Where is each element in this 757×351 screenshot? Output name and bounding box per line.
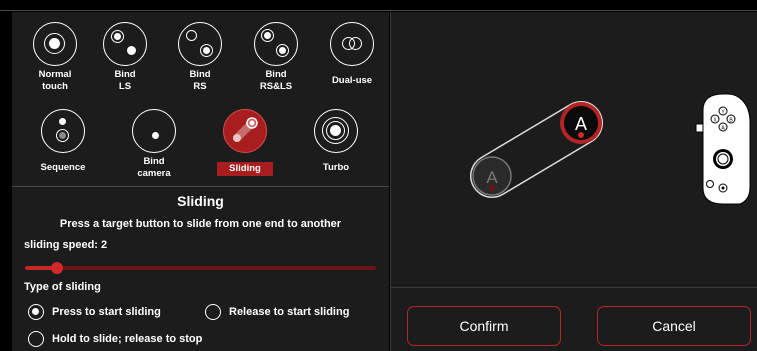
bind-rs-icon xyxy=(178,22,222,66)
mode-turbo[interactable]: Turbo xyxy=(300,109,372,174)
section-divider xyxy=(12,186,389,187)
normal-touch-icon xyxy=(33,22,77,66)
radio-hold-to-slide[interactable]: Hold to slide; release to stop xyxy=(28,331,202,347)
speed-label: sliding speed: 2 xyxy=(24,239,108,251)
mode-bind-rs[interactable]: Bind RS xyxy=(164,22,236,93)
bind-rsls-icon xyxy=(254,22,298,66)
controller-icon: Y X B A xyxy=(695,93,751,205)
sequence-icon xyxy=(41,109,85,153)
type-label: Type of sliding xyxy=(24,281,101,293)
dual-use-icon xyxy=(330,22,374,66)
mode-sequence[interactable]: Sequence xyxy=(27,109,99,174)
sliding-icon xyxy=(223,109,267,153)
mode-sliding[interactable]: Sliding xyxy=(209,109,281,176)
mode-normal-touch[interactable]: Normal touch xyxy=(19,22,91,93)
slide-end-point[interactable]: A xyxy=(560,102,602,144)
confirm-button[interactable]: Confirm xyxy=(407,306,561,346)
svg-text:A: A xyxy=(575,114,587,134)
radio-button[interactable] xyxy=(28,331,44,347)
settings-title: Sliding xyxy=(177,193,224,209)
settings-description: Press a target button to slide from one … xyxy=(59,218,342,230)
slider-track[interactable] xyxy=(25,266,376,270)
speed-slider[interactable] xyxy=(25,262,376,274)
sliding-preview: A A Y X B A xyxy=(470,93,751,205)
radio-button[interactable] xyxy=(28,304,44,320)
mode-bind-camera[interactable]: Bind camera xyxy=(118,109,190,180)
radio-button[interactable] xyxy=(205,304,221,320)
mode-bind-ls[interactable]: Bind LS xyxy=(89,22,161,93)
bind-camera-icon xyxy=(132,109,176,153)
radio-release-to-start[interactable]: Release to start sliding xyxy=(205,304,349,320)
bind-ls-icon xyxy=(103,22,147,66)
svg-text:A: A xyxy=(486,168,498,187)
actions-divider xyxy=(391,287,757,288)
slide-start-point[interactable]: A xyxy=(472,156,512,196)
radio-press-to-start[interactable]: Press to start sliding xyxy=(28,304,161,320)
top-divider xyxy=(0,0,757,11)
mode-bind-rsls[interactable]: Bind RS&LS xyxy=(240,22,312,93)
slider-thumb[interactable] xyxy=(50,262,63,274)
mode-dual-use[interactable]: Dual-use xyxy=(316,22,388,87)
cancel-button[interactable]: Cancel xyxy=(597,306,751,346)
turbo-icon xyxy=(314,109,358,153)
